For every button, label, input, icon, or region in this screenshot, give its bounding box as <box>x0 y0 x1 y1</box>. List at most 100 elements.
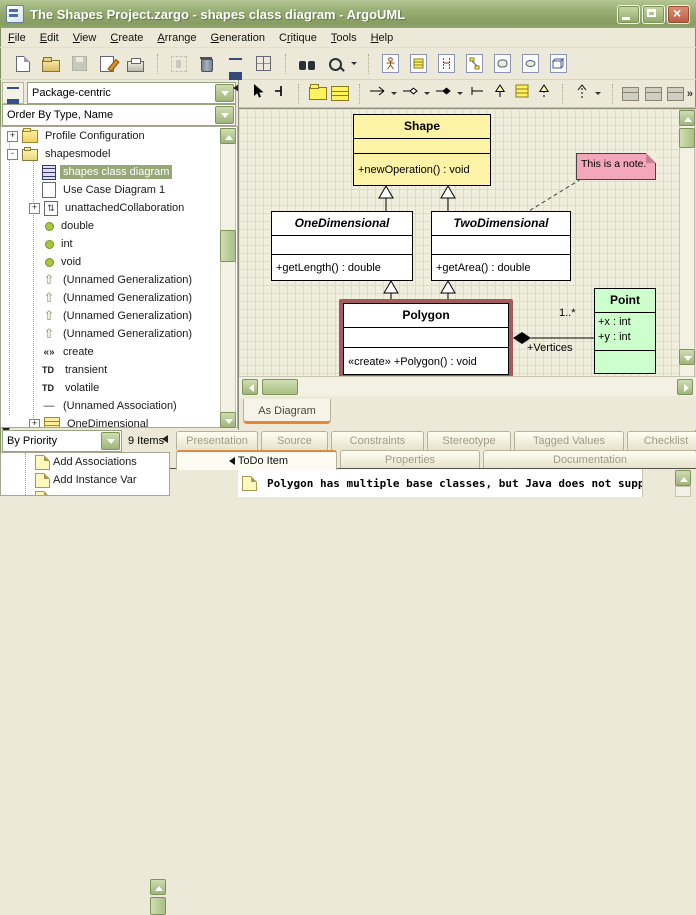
tab-source[interactable]: Source <box>261 431 328 450</box>
dependency-tool-button[interactable] <box>571 83 592 105</box>
todo-item-add-instance-var[interactable]: Add Instance Var <box>1 471 169 489</box>
todo-item-add-associations[interactable]: Add Associations <box>1 453 169 471</box>
expander-minus-icon[interactable]: - <box>7 148 18 160</box>
uml-note[interactable]: This is a note. <box>576 153 656 180</box>
menu-file[interactable]: File <box>8 32 26 44</box>
new-project-button[interactable] <box>10 51 36 77</box>
tab-todo-item[interactable]: ToDo Item <box>176 450 337 470</box>
print-button[interactable] <box>122 51 148 77</box>
zoom-button[interactable] <box>322 51 348 77</box>
menu-edit[interactable]: Edit <box>40 32 59 44</box>
scroll-down-button[interactable] <box>220 412 236 428</box>
scroll-up-button[interactable] <box>150 879 166 895</box>
remove-from-diagram-button[interactable] <box>166 51 192 77</box>
perspective-combo[interactable]: Package-centric <box>27 82 236 104</box>
generalization-tool-button[interactable] <box>489 83 510 105</box>
tree-item-unnamed-generalization[interactable]: (Unnamed Generalization) <box>1 325 237 343</box>
new-attribute-tool-button[interactable] <box>620 83 641 105</box>
todo-filter-combo[interactable]: By Priority <box>2 430 122 452</box>
new-activity-diagram-button[interactable] <box>517 51 543 77</box>
dropdown-arrow-icon[interactable] <box>594 92 601 98</box>
dropdown-arrow-icon[interactable] <box>351 62 357 68</box>
save-project-button[interactable] <box>66 51 92 77</box>
class-polygon[interactable]: Polygon «create» +Polygon() : void <box>343 303 509 375</box>
expander-plus-icon[interactable]: + <box>29 202 40 214</box>
tree-item-int[interactable]: int <box>1 235 237 253</box>
new-sequence-diagram-button[interactable] <box>433 51 459 77</box>
chevron-down-icon[interactable] <box>101 432 120 450</box>
menu-tools[interactable]: Tools <box>331 32 357 44</box>
minimize-button[interactable] <box>617 4 640 24</box>
new-datatype-tool-button[interactable] <box>665 83 686 105</box>
tab-properties[interactable]: Properties <box>340 450 480 468</box>
class-shape[interactable]: Shape +newOperation() : void <box>353 114 491 186</box>
tab-as-diagram[interactable]: As Diagram <box>243 399 331 424</box>
tab-constraints[interactable]: Constraints <box>331 431 424 450</box>
menu-help[interactable]: Help <box>371 32 394 44</box>
tree-item-profile-configuration[interactable]: + Profile Configuration <box>1 127 237 145</box>
tree-item-use-case-diagram-1[interactable]: Use Case Diagram 1 <box>1 181 237 199</box>
details-scrollbar[interactable] <box>675 486 691 497</box>
todo-list-button[interactable] <box>222 51 248 77</box>
menu-critique[interactable]: Critique <box>279 32 317 44</box>
canvas-vscrollbar[interactable] <box>679 109 695 376</box>
tree-item-unnamed-association[interactable]: (Unnamed Association) <box>1 397 237 415</box>
menu-create[interactable]: Create <box>110 32 143 44</box>
composition-tool-button[interactable] <box>434 83 455 105</box>
tree-item-transient[interactable]: transient <box>1 361 237 379</box>
association-role-label[interactable]: +Vertices <box>527 342 573 354</box>
scroll-right-button[interactable] <box>677 379 693 395</box>
tree-item-void[interactable]: void <box>1 253 237 271</box>
tab-tagged-values[interactable]: Tagged Values <box>514 431 624 450</box>
scroll-up-button[interactable] <box>675 470 691 486</box>
explorer-scrollbar[interactable] <box>220 128 236 428</box>
scroll-up-button[interactable] <box>220 128 236 144</box>
expander-plus-icon[interactable]: + <box>7 130 18 142</box>
tree-item-shapesmodel[interactable]: - shapesmodel <box>1 145 237 163</box>
uniassociation-tool-button[interactable] <box>467 83 488 105</box>
menu-view[interactable]: View <box>73 32 97 44</box>
tree-item-unnamed-generalization[interactable]: (Unnamed Generalization) <box>1 307 237 325</box>
todo-item-text-area[interactable]: Polygon has multiple base classes, but J… <box>238 469 643 497</box>
tree-item-create[interactable]: create <box>1 343 237 361</box>
new-deployment-diagram-button[interactable] <box>545 51 571 77</box>
close-button[interactable] <box>667 4 690 24</box>
broom-tool-button[interactable] <box>269 83 290 105</box>
realization-tool-button[interactable] <box>533 83 554 105</box>
scrollbar-thumb[interactable] <box>220 230 236 262</box>
class-twodimensional[interactable]: TwoDimensional +getArea() : double <box>431 211 571 281</box>
find-button[interactable] <box>294 51 320 77</box>
class-compartments-tool-button[interactable] <box>511 83 532 105</box>
scroll-up-button[interactable] <box>679 110 695 126</box>
association-tool-button[interactable] <box>367 83 388 105</box>
settings-grid-button[interactable] <box>250 51 276 77</box>
tree-item-unnamed-generalization[interactable]: (Unnamed Generalization) <box>1 289 237 307</box>
tree-item-volatile[interactable]: volatile <box>1 379 237 397</box>
tree-item-unnamed-generalization[interactable]: (Unnamed Generalization) <box>1 271 237 289</box>
menu-generation[interactable]: Generation <box>211 32 265 44</box>
dropdown-arrow-icon[interactable] <box>456 92 463 98</box>
diagram-canvas[interactable]: Shape +newOperation() : void OneDimensio… <box>239 108 696 376</box>
scrollbar-thumb[interactable] <box>679 128 695 148</box>
class-point[interactable]: Point +x : int +y : int <box>594 288 656 374</box>
tree-item-double[interactable]: double <box>1 217 237 235</box>
new-class-diagram-button[interactable] <box>405 51 431 77</box>
scrollbar-thumb[interactable] <box>262 379 298 395</box>
project-settings-button[interactable] <box>94 51 120 77</box>
new-collaboration-diagram-button[interactable] <box>461 51 487 77</box>
new-statechart-diagram-button[interactable] <box>489 51 515 77</box>
chevron-down-icon[interactable] <box>215 106 234 124</box>
tree-item-unattachedcollaboration[interactable]: + unattachedCollaboration <box>1 199 237 217</box>
new-operation-tool-button[interactable] <box>643 83 664 105</box>
toolbar-overflow-button[interactable]: » <box>687 88 693 100</box>
scrollbar-thumb[interactable] <box>150 897 166 915</box>
maximize-button[interactable] <box>642 4 665 24</box>
tab-presentation[interactable]: Presentation <box>176 431 258 450</box>
dropdown-arrow-icon[interactable] <box>390 92 397 98</box>
tab-stereotype[interactable]: Stereotype <box>427 431 511 450</box>
expander-plus-icon[interactable]: + <box>29 418 40 427</box>
menu-arrange[interactable]: Arrange <box>157 32 196 44</box>
aggregation-tool-button[interactable] <box>401 83 422 105</box>
scroll-left-button[interactable] <box>242 379 258 395</box>
delete-from-model-button[interactable] <box>194 51 220 77</box>
